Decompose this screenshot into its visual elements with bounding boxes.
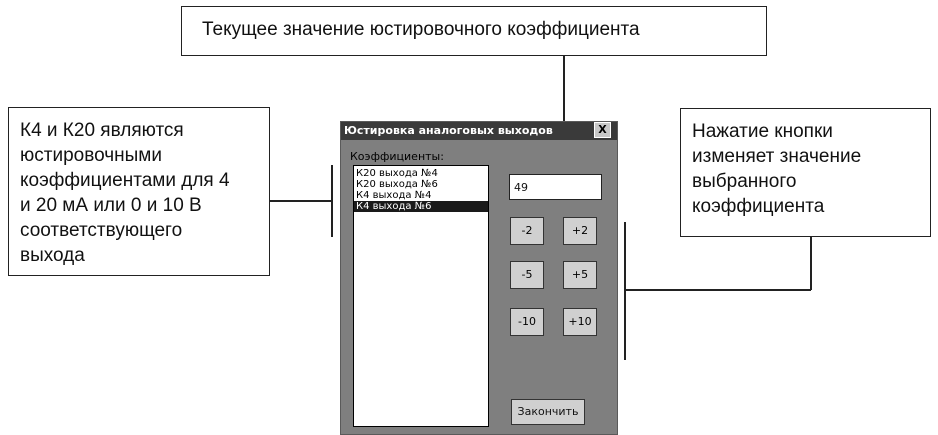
connector-line <box>270 200 332 202</box>
finish-button[interactable]: Закончить <box>511 399 585 425</box>
close-button[interactable]: X <box>594 122 611 138</box>
dialog-titlebar: Юстировка аналоговых выходов X <box>341 122 617 140</box>
coefficients-listbox[interactable]: К20 выхода №4 К20 выхода №6 К4 выхода №4… <box>353 165 489 427</box>
coefficient-value-field[interactable]: 49 <box>509 174 602 200</box>
callout-buttons-line: Нажатие кнопки <box>692 121 833 142</box>
callout-coefficients-line: и 20 мА или 0 и 10 В <box>20 195 202 216</box>
list-item[interactable]: К4 выхода №4 <box>354 190 488 201</box>
minus-2-button[interactable]: -2 <box>510 217 544 245</box>
callout-current-value: Текущее значение юстировочного коэффицие… <box>181 6 767 56</box>
callout-buttons-line: изменяет значение <box>692 146 862 167</box>
calibration-dialog: Юстировка аналоговых выходов X Коэффицие… <box>340 121 618 435</box>
list-item-selected[interactable]: К4 выхода №6 <box>354 201 488 212</box>
plus-2-button[interactable]: +2 <box>563 217 597 245</box>
callout-coefficients: К4 и К20 являются юстировочными коэффици… <box>8 107 270 276</box>
minus-10-button[interactable]: -10 <box>510 308 544 336</box>
callout-coefficients-line: К4 и К20 являются <box>20 120 184 141</box>
plus-5-button[interactable]: +5 <box>563 261 597 289</box>
connector-line <box>624 222 626 360</box>
minus-5-button[interactable]: -5 <box>510 261 544 289</box>
callout-current-value-text: Текущее значение юстировочного коэффицие… <box>202 19 640 40</box>
connector-line <box>626 289 811 291</box>
callout-coefficients-line: юстировочными <box>20 145 162 166</box>
list-item[interactable]: К20 выхода №4 <box>354 168 488 179</box>
callout-coefficients-line: выхода <box>20 245 85 266</box>
callout-coefficients-line: коэффициентами для 4 <box>20 170 230 191</box>
callout-buttons: Нажатие кнопки изменяет значение выбранн… <box>680 108 931 237</box>
connector-line <box>810 237 812 290</box>
list-item[interactable]: К20 выхода №6 <box>354 179 488 190</box>
callout-buttons-line: коэффициента <box>692 196 825 217</box>
callout-coefficients-line: соответствующего <box>20 220 183 241</box>
connector-line <box>331 165 333 237</box>
callout-buttons-line: выбранного <box>692 171 797 192</box>
dialog-title: Юстировка аналоговых выходов <box>344 124 553 137</box>
plus-10-button[interactable]: +10 <box>563 308 597 336</box>
coefficients-label: Коэффициенты: <box>350 150 444 163</box>
